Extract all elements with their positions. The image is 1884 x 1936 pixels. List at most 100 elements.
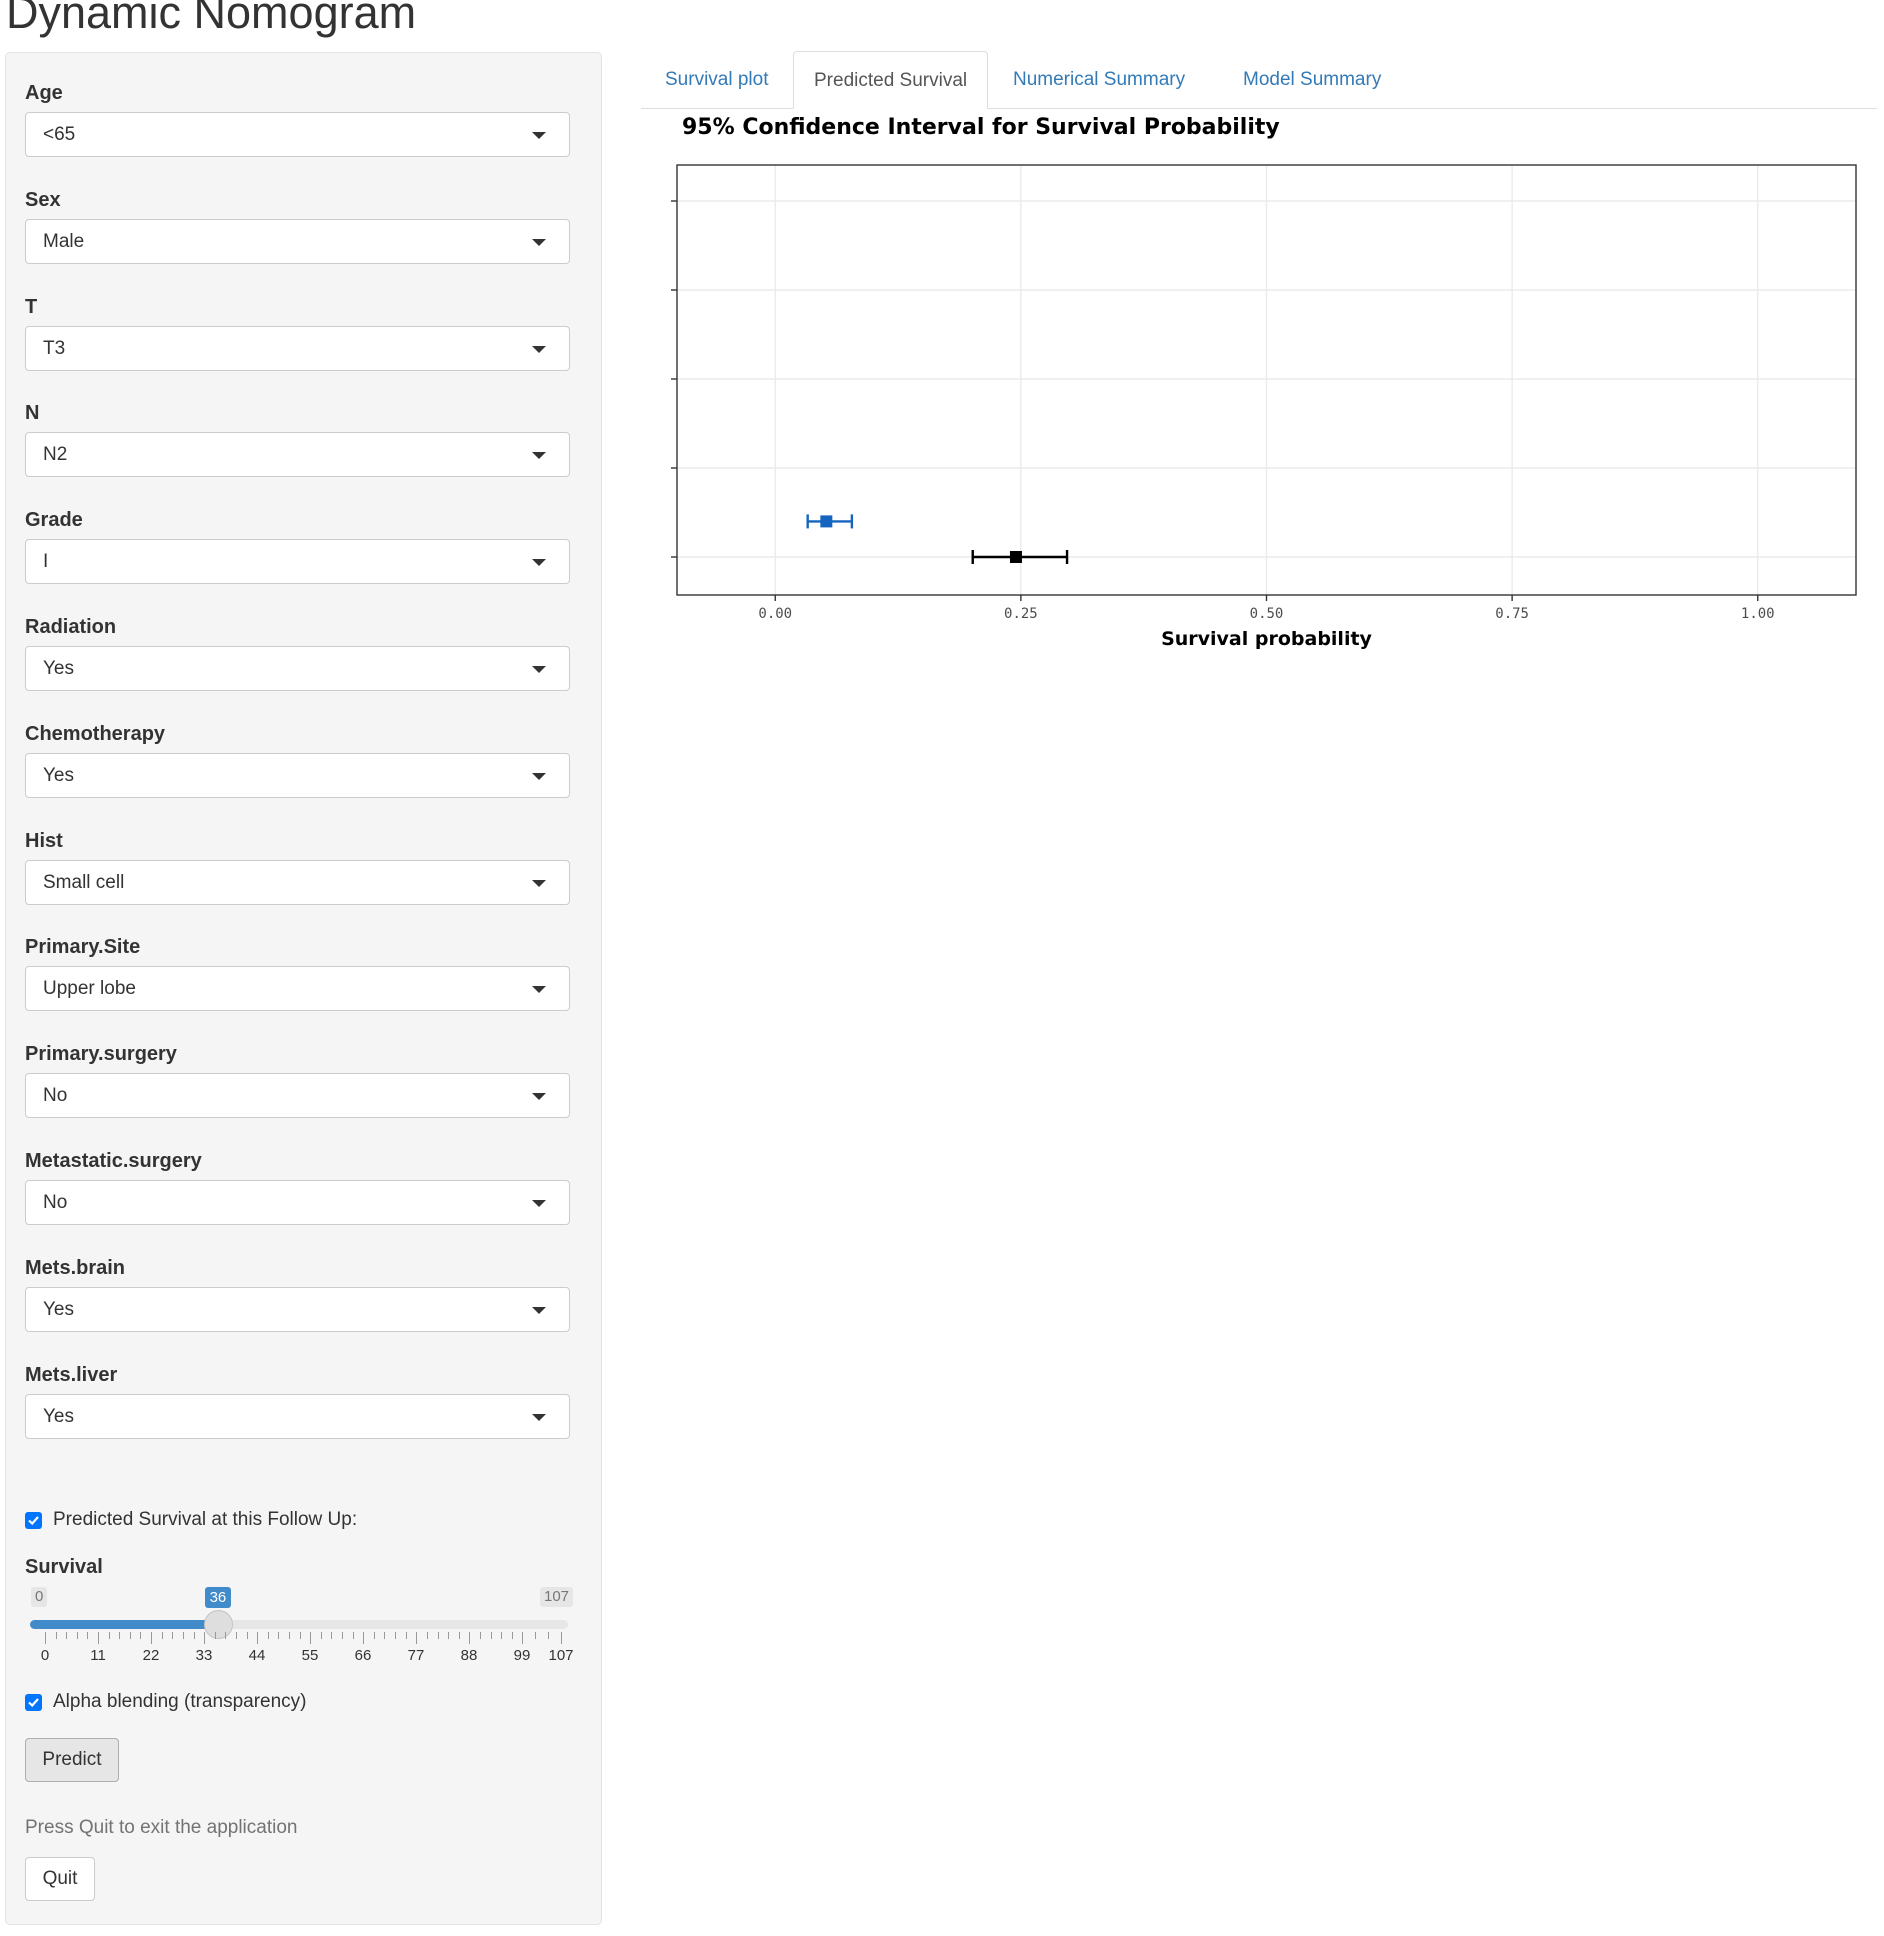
slider-max-label: 107 [540, 1587, 574, 1607]
slider-minor-tick [300, 1632, 301, 1639]
slider-minor-tick [353, 1632, 354, 1639]
slider-minor-tick [236, 1632, 237, 1639]
slider-tick-label: 55 [301, 1647, 319, 1664]
slider-minor-tick [342, 1632, 343, 1639]
slider-tick-label: 107 [548, 1647, 574, 1664]
slider-minor-tick [384, 1632, 385, 1639]
x-tick-label: 0.75 [1495, 606, 1529, 622]
checkmark-icon [28, 1697, 39, 1707]
slider-minor-tick [225, 1632, 226, 1639]
slider-tick-label: 99 [513, 1647, 531, 1664]
survival-slider-label: Survival [25, 1556, 103, 1578]
slider-minor-tick [162, 1632, 163, 1639]
select-12[interactable]: Yes [25, 1394, 570, 1439]
slider-handle[interactable] [204, 1610, 234, 1639]
slider-minor-tick [66, 1632, 67, 1639]
slider-minor-tick [87, 1632, 88, 1639]
slider-minor-tick [459, 1632, 460, 1639]
select-value-6: Yes [43, 765, 74, 786]
slider-tick-label: 33 [195, 1647, 213, 1664]
slider-major-tick [204, 1632, 205, 1644]
quit-button[interactable]: Quit [25, 1857, 95, 1901]
slider-minor-tick [512, 1632, 513, 1639]
slider-major-tick [416, 1632, 417, 1644]
caret-down-icon [532, 1093, 546, 1100]
select-value-10: No [43, 1192, 68, 1213]
checkmark-icon [28, 1515, 39, 1525]
field-label-10: Metastatic.surgery [25, 1150, 202, 1172]
slider-minor-tick [109, 1632, 110, 1639]
slider-value-label: 36 [204, 1587, 232, 1608]
x-tick-label: 0.25 [1004, 606, 1038, 622]
slider-minor-tick [183, 1632, 184, 1639]
slider-tick-label: 44 [248, 1647, 266, 1664]
select-8[interactable]: Upper lobe [25, 966, 570, 1011]
slider-tick-label: 66 [354, 1647, 372, 1664]
x-tick-label: 0.00 [758, 606, 792, 622]
slider-minor-tick [480, 1632, 481, 1639]
x-tick-label: 1.00 [1741, 606, 1775, 622]
slider-tick-label: 0 [40, 1647, 50, 1664]
slider-fill [30, 1620, 219, 1629]
slider-minor-tick [535, 1632, 536, 1639]
alpha-checkbox-label: Alpha blending (transparency) [53, 1691, 307, 1712]
select-10[interactable]: No [25, 1180, 570, 1225]
select-value-9: No [43, 1085, 68, 1106]
slider-minor-tick [406, 1632, 407, 1639]
slider-minor-tick [268, 1632, 269, 1639]
slider-minor-tick [56, 1632, 57, 1639]
slider-major-tick [561, 1632, 562, 1644]
select-value-11: Yes [43, 1299, 74, 1320]
field-label-12: Mets.liver [25, 1364, 118, 1386]
select-7[interactable]: Small cell [25, 860, 570, 905]
select-value-7: Small cell [43, 872, 125, 893]
slider-tick-label: 88 [460, 1647, 478, 1664]
survival-ci-chart: 0.00 0.25 0.50 0.75 1.00 Survival probability [671, 164, 1857, 650]
alpha-checkbox[interactable] [25, 1693, 42, 1711]
slider-major-tick [98, 1632, 99, 1644]
slider-minor-tick [321, 1632, 322, 1639]
select-11[interactable]: Yes [25, 1287, 570, 1332]
caret-down-icon [532, 880, 546, 887]
slider-major-tick [45, 1632, 46, 1644]
slider-major-tick [469, 1632, 470, 1644]
slider-minor-tick [491, 1632, 492, 1639]
x-tick-label: 0.50 [1250, 606, 1284, 622]
slider-minor-tick [548, 1632, 549, 1639]
slider-minor-tick [140, 1632, 141, 1639]
slider-minor-tick [194, 1632, 195, 1639]
caret-down-icon [532, 1307, 546, 1314]
select-6[interactable]: Yes [25, 753, 570, 798]
alpha-checkbox-row[interactable]: Alpha blending (transparency) [25, 1690, 307, 1714]
caret-down-icon [532, 1414, 546, 1421]
slider-min-label: 0 [31, 1587, 48, 1607]
caret-down-icon [532, 986, 546, 993]
slider-minor-tick [289, 1632, 290, 1639]
help-text: Press Quit to exit the application [25, 1817, 298, 1838]
followup-checkbox-label: Predicted Survival at this Follow Up: [53, 1509, 358, 1530]
x-axis-title: Survival probability [1161, 628, 1372, 650]
field-label-7: Hist [25, 830, 63, 852]
slider-minor-tick [247, 1632, 248, 1639]
slider-minor-tick [438, 1632, 439, 1639]
slider-minor-tick [172, 1632, 173, 1639]
select-9[interactable]: No [25, 1073, 570, 1118]
slider-minor-tick [331, 1632, 332, 1639]
field-label-9: Primary.surgery [25, 1043, 177, 1065]
slider-minor-tick [215, 1632, 216, 1639]
slider-minor-tick [278, 1632, 279, 1639]
field-label-6: Chemotherapy [25, 723, 166, 745]
slider-minor-tick [427, 1632, 428, 1639]
select-value-8: Upper lobe [43, 978, 136, 999]
slider-minor-tick [501, 1632, 502, 1639]
slider-minor-tick [119, 1632, 120, 1639]
slider-tick-label: 22 [142, 1647, 160, 1664]
slider-minor-tick [130, 1632, 131, 1639]
predict-button[interactable]: Predict [25, 1738, 119, 1782]
slider-minor-tick [77, 1632, 78, 1639]
caret-down-icon [532, 1200, 546, 1207]
followup-checkbox[interactable] [25, 1511, 42, 1529]
caret-down-icon [532, 773, 546, 780]
select-value-12: Yes [43, 1406, 74, 1427]
followup-checkbox-row[interactable]: Predicted Survival at this Follow Up: [25, 1508, 357, 1532]
